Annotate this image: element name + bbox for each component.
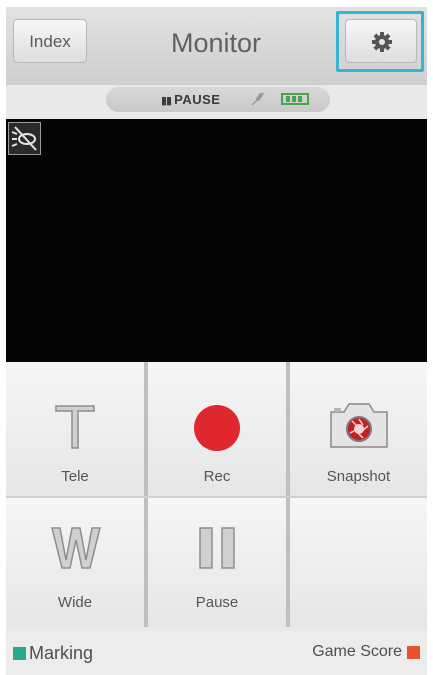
pause-icon: [199, 527, 235, 569]
header-bar: Index Monitor: [6, 7, 427, 85]
tele-T-icon: [55, 405, 95, 449]
record-icon: [194, 405, 240, 451]
wide-label: Wide: [57, 594, 93, 611]
pause-indicator-label: PAUSE: [174, 92, 221, 107]
settings-button[interactable]: [345, 19, 417, 63]
status-bar: ▮▮ PAUSE: [106, 87, 330, 112]
snapshot-label: Snapshot: [326, 468, 391, 485]
pause-button[interactable]: Pause: [148, 498, 286, 627]
pause-label: Pause: [195, 594, 239, 611]
game-score-square-icon: [407, 645, 420, 659]
footer-bar: Marking Game Score: [6, 631, 427, 675]
rec-label: Rec: [203, 468, 231, 485]
pause-indicator: ▮▮ PAUSE: [161, 90, 220, 109]
divider: [144, 362, 148, 627]
app-screen: Index Monitor ▮▮ PAUSE Tele Rec Snapshot…: [6, 7, 427, 675]
rec-button[interactable]: Rec: [148, 362, 286, 496]
video-preview: [6, 119, 427, 362]
marking-button[interactable]: Marking: [13, 643, 93, 664]
divider: [6, 496, 427, 498]
marking-label: Marking: [29, 643, 94, 663]
marking-square-icon: [13, 647, 26, 660]
tele-label: Tele: [61, 468, 89, 485]
pause-bars-icon: ▮▮: [161, 95, 172, 107]
microphone-muted-icon: [251, 92, 265, 106]
camera-icon: [330, 403, 388, 448]
game-score-button[interactable]: Game Score: [312, 643, 420, 661]
empty-cell: [290, 498, 427, 627]
divider: [286, 362, 290, 627]
battery-icon: [281, 93, 309, 105]
wide-button[interactable]: Wide: [6, 498, 144, 627]
snapshot-button[interactable]: Snapshot: [290, 362, 427, 496]
game-score-label: Game Score: [312, 643, 402, 660]
page-title: Monitor: [170, 28, 262, 58]
index-button[interactable]: Index: [13, 19, 87, 63]
control-grid: Tele Rec Snapshot Wide Pause: [6, 362, 427, 627]
light-off-icon[interactable]: [8, 122, 41, 155]
tele-button[interactable]: Tele: [6, 362, 144, 496]
wide-W-icon: [51, 527, 101, 569]
gear-icon: [372, 32, 392, 52]
